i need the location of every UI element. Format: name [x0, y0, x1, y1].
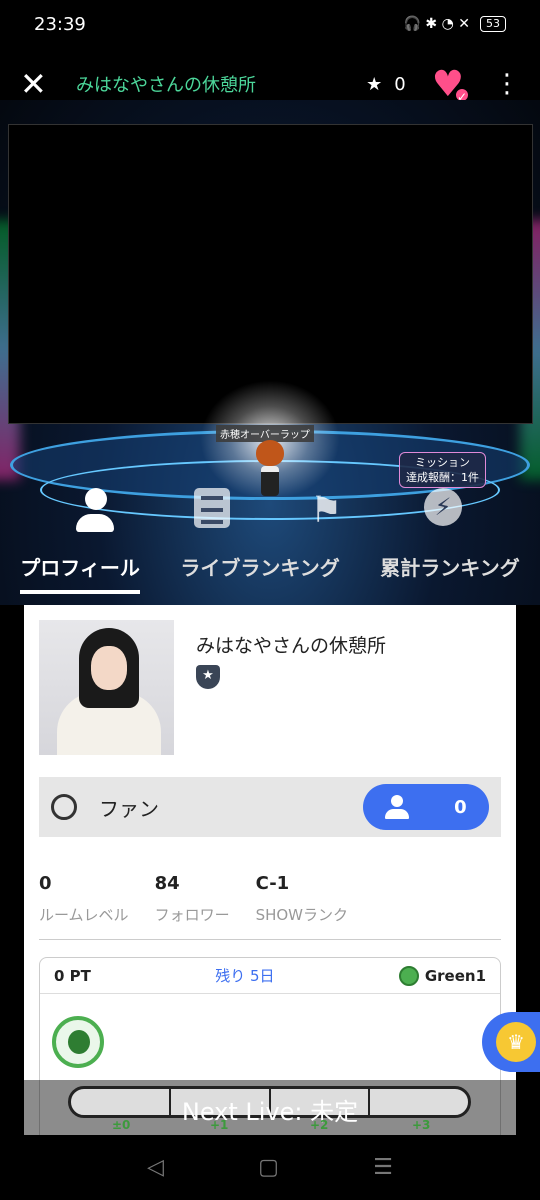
fan-bar[interactable]: ファン 0 [39, 777, 501, 837]
stat-show-rank: C-1 SHOWランク [256, 873, 348, 925]
star-icon: ★ [366, 73, 383, 95]
crown-icon: ♛ [496, 1022, 536, 1062]
scale-label: +2 [310, 1118, 329, 1132]
avatar-head [256, 440, 284, 466]
divider [39, 939, 501, 940]
floating-reward-button[interactable]: ♛ [482, 1012, 540, 1072]
points-value: 0 PT [54, 966, 91, 985]
tab-live-ranking[interactable]: ライブランキング [180, 546, 339, 594]
tab-icon-row: ⚑ ⚡ [0, 488, 540, 538]
more-menu-icon[interactable]: ⋮ [494, 71, 520, 97]
points-header: 0 PT 残り 5日 Green1 [40, 958, 500, 994]
tab-profile[interactable]: プロフィール [20, 546, 140, 594]
stat-label: SHOWランク [255, 906, 349, 924]
profile-card: みはなやさんの休憩所 ★ ファン 0 0 ルームレベル 84 フォロワー C-1… [24, 605, 516, 1135]
fan-count-button[interactable]: 0 [363, 784, 489, 830]
system-nav-bar: ◁ ▢ ☰ [0, 1135, 540, 1200]
back-icon[interactable]: ◁ [147, 1155, 164, 1180]
scale-label: +1 [210, 1118, 229, 1132]
status-icons: 🎧 ✱ ◔ ✕ 53 [404, 16, 506, 32]
fan-icon [51, 794, 77, 820]
person-icon [385, 795, 410, 819]
lightning-icon[interactable]: ⚡ [424, 488, 462, 526]
stat-room-level: 0 ルームレベル [39, 873, 129, 925]
star-counter[interactable]: ★ 0 [366, 74, 406, 95]
daruma-marker-icon [52, 1016, 104, 1068]
scale-label: +3 [412, 1118, 431, 1132]
status-bar: 23:39 🎧 ✱ ◔ ✕ 53 [0, 0, 540, 48]
mission-reward: 達成報酬：1件 [406, 471, 479, 484]
follow-heart-icon[interactable]: ♥ ✓ [432, 64, 470, 105]
rank-name: Green1 [424, 966, 486, 985]
progress-scale: ±0 +1 +2 +3 [24, 1118, 516, 1136]
fan-count: 0 [454, 796, 467, 818]
home-icon[interactable]: ▢ [258, 1155, 279, 1180]
stat-value: C-1 [255, 873, 290, 894]
fan-label: ファン [99, 796, 159, 821]
recents-icon[interactable]: ☰ [373, 1155, 393, 1180]
shield-star-icon: ★ [196, 665, 220, 689]
tab-total-ranking[interactable]: 累計ランキング [380, 546, 519, 594]
stat-value: 0 [39, 873, 52, 894]
stat-followers: 84 フォロワー [155, 873, 230, 925]
battery-icon: 53 [480, 16, 506, 32]
close-icon[interactable]: ✕ [20, 65, 64, 103]
rank-badge: Green1 [398, 965, 486, 986]
profile-photo[interactable] [39, 620, 174, 755]
video-screen[interactable] [8, 124, 533, 424]
clock: 23:39 [34, 13, 86, 35]
profile-name: みはなやさんの休憩所 [196, 635, 387, 657]
scale-label: ±0 [112, 1118, 131, 1132]
profile-tab-icon[interactable] [76, 488, 116, 534]
mission-title: ミッション [415, 456, 470, 469]
stat-label: ルームレベル [39, 906, 129, 924]
tab-bar: プロフィール ライブランキング 累計ランキング [0, 546, 540, 594]
daruma-icon [398, 965, 419, 986]
stat-value: 84 [154, 873, 180, 894]
room-title: みはなやさんの休憩所 [76, 75, 256, 96]
flag-icon[interactable]: ⚑ [310, 490, 342, 531]
status-icons-group: 🎧 ✱ ◔ ✕ [403, 16, 470, 32]
document-icon[interactable] [194, 488, 230, 528]
stats-row: 0 ルームレベル 84 フォロワー C-1 SHOWランク [39, 873, 501, 925]
remaining-days: 残り 5日 [215, 967, 275, 985]
star-count: 0 [394, 73, 406, 95]
mission-badge[interactable]: ミッション 達成報酬：1件 [399, 452, 486, 488]
stat-label: フォロワー [154, 906, 230, 924]
